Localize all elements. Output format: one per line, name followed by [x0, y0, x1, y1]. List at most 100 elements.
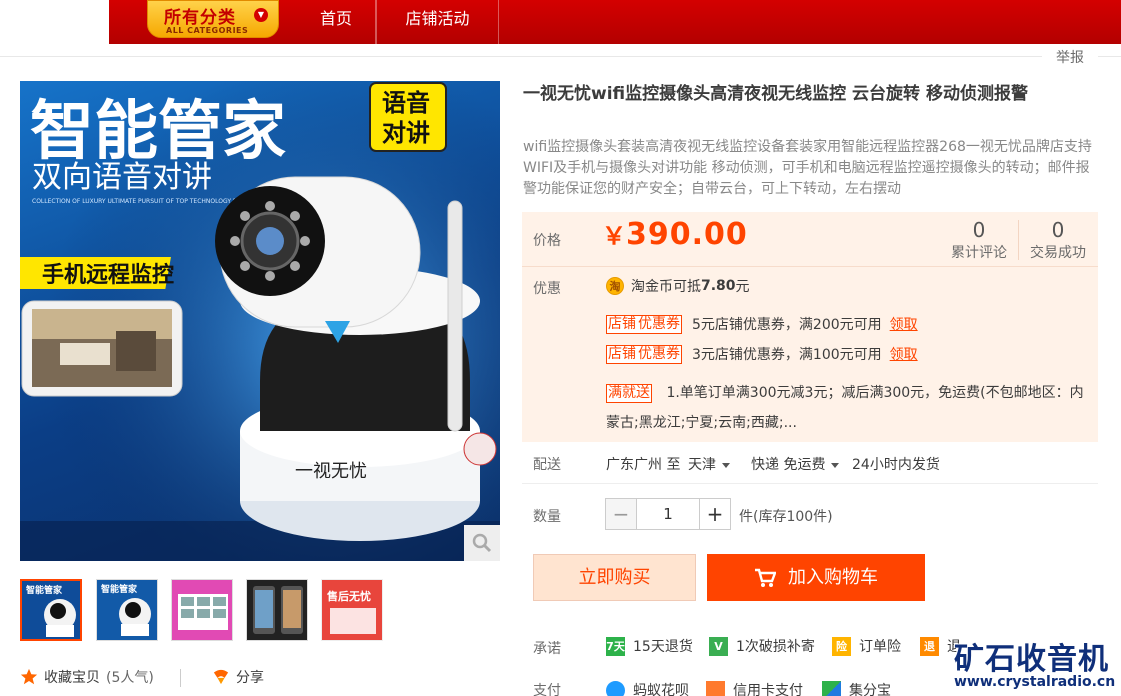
collect-label: 收藏宝贝 [44, 670, 100, 686]
thumbnail-2[interactable]: 智能管家 [96, 579, 158, 641]
add-to-cart-label: 加入购物车 [788, 567, 878, 588]
product-title: 一视无忧wifi监控摄像头高清夜视无线监控 云台旋转 移动侦测报警 [523, 84, 1028, 104]
thumbnail-5-text: 售后无忧 [326, 589, 371, 603]
full-gift-tag: 满就送 [606, 384, 652, 403]
caret-down-icon [722, 462, 730, 468]
coupon-tag-coupon: 优惠券 [637, 314, 682, 334]
product-subtitle: wifi监控摄像头套装高清夜视无线监控设备套装家用智能远程监控器268一视无忧品… [523, 139, 1092, 197]
promise-order-insurance[interactable]: 险 订单险 [832, 636, 901, 656]
promise-15day-return[interactable]: 7天 15天退货 [606, 636, 693, 656]
payment-label: 支付 [533, 683, 561, 696]
promise-text: 1次破损补寄 [736, 639, 815, 655]
deal-count-stat: 0 交易成功 [1018, 218, 1098, 262]
site-watermark: 矿石收音机 www.crystalradio.cn [952, 634, 1121, 696]
quantity-label: 数量 [533, 509, 561, 525]
quantity-row: 数量 − 1 + 件(库存100件) [522, 496, 1098, 532]
quantity-stepper: − 1 + [605, 498, 731, 530]
full-gift-promo: 满就送 1.单笔订单满300元减3元；减后满300元，免运费(不包邮地区：内蒙古… [606, 378, 1086, 438]
share-icon [213, 669, 229, 685]
promo-label: 优惠 [533, 281, 561, 297]
price-panel: 价格 ￥390.00 0 累计评论 0 交易成功 优惠 淘 淘金币可抵 7.80 元… [522, 212, 1098, 442]
top-nav-bar: 所有分类 ▼ ALL CATEGORIES 首页 店铺活动 [109, 0, 1121, 44]
product-photo-illustration: 智能管家 双向语音对讲 COLLECTION OF LUXURY ULTIMAT… [20, 81, 500, 561]
nav-home-link[interactable]: 首页 [297, 0, 375, 44]
taojinbi-coin-icon: 淘 [606, 277, 624, 295]
thumbnail-5[interactable]: 售后无忧 [321, 579, 383, 641]
coupon-row-2: 店铺 优惠券 3元店铺优惠券，满100元可用 领取 [606, 344, 918, 364]
huabei-icon [606, 680, 625, 696]
promise-damage-resend[interactable]: V 1次破损补寄 [709, 636, 815, 656]
thumbnail-3[interactable] [171, 579, 233, 641]
share-button[interactable]: 分享 [212, 667, 264, 687]
deal-count: 0 [1051, 218, 1065, 242]
watermark-text: 矿石收音机 [954, 642, 1109, 677]
review-count-stat[interactable]: 0 累计评论 [939, 218, 1019, 262]
main-product-image: 智能管家 双向语音对讲 COLLECTION OF LUXURY ULTIMAT… [20, 81, 500, 561]
price-divider [522, 266, 1098, 267]
review-label: 累计评论 [951, 245, 1007, 261]
shipping-time: 24小时内发货 [852, 457, 940, 473]
thumbnail-2-text: 智能管家 [101, 583, 138, 595]
shipping-label: 配送 [533, 457, 561, 473]
image-subheadline: 双向语音对讲 [32, 160, 212, 195]
price-value: ￥390.00 [602, 216, 748, 252]
image-banner: 手机远程监控 [42, 262, 174, 288]
cart-icon [755, 568, 776, 587]
nav-shop-activity-link[interactable]: 店铺活动 [376, 0, 498, 44]
taojinbi-text: 淘金币可抵 [631, 279, 701, 295]
currency-symbol: ￥ [602, 222, 626, 250]
image-tagline: COLLECTION OF LUXURY ULTIMATE PURSUIT OF… [32, 198, 260, 205]
thumbnail-1-text: 智能管家 [26, 584, 63, 596]
increase-quantity-button[interactable]: + [699, 498, 731, 530]
insurance-icon: 险 [832, 636, 851, 656]
payment-text: 信用卡支付 [733, 683, 803, 696]
coupon-text: 5元店铺优惠券，满200元可用 [692, 317, 882, 333]
shipping-destination-select[interactable]: 天津 [688, 454, 730, 474]
collect-popularity: (5人气) [106, 670, 154, 686]
thumbnail-1[interactable]: 智能管家 [20, 579, 82, 641]
claim-coupon-link[interactable]: 领取 [890, 344, 918, 364]
taojinbi-row: 淘 淘金币可抵 7.80 元 [606, 276, 750, 296]
payment-text: 蚂蚁花呗 [633, 683, 689, 696]
collect-item-button[interactable]: 收藏宝贝 (5人气) [20, 667, 154, 687]
zoom-button[interactable] [464, 525, 500, 561]
all-categories-label: 所有分类 [164, 8, 236, 28]
return-7day-icon: 7天 [606, 636, 625, 656]
refund-icon: 退 [920, 636, 939, 656]
quantity-input[interactable]: 1 [637, 498, 699, 530]
coupon-tag-coupon: 优惠券 [637, 344, 682, 364]
promise-text: 15天退货 [633, 639, 693, 655]
claim-coupon-link[interactable]: 领取 [890, 314, 918, 334]
coupon-tag-shop: 店铺 [606, 314, 638, 334]
favorites-divider [180, 669, 181, 687]
price-number: 390.00 [626, 217, 748, 252]
full-gift-text: 1.单笔订单满300元减3元；减后满300元，免运费(不包邮地区：内蒙古;黑龙江… [606, 385, 1084, 431]
jifenbao-icon [822, 680, 841, 696]
magnifier-icon [472, 533, 492, 553]
deal-label: 交易成功 [1030, 245, 1086, 261]
taojinbi-value: 7.80 [701, 278, 736, 294]
shield-check-icon: V [709, 636, 728, 656]
payment-huabei[interactable]: 蚂蚁花呗 [606, 680, 689, 696]
image-headline: 智能管家 [30, 95, 286, 169]
report-link[interactable]: 举报 [1042, 44, 1098, 70]
shipping-destination: 天津 [688, 457, 716, 473]
image-badge-top: 语音 [382, 89, 430, 117]
price-row: 价格 ￥390.00 0 累计评论 0 交易成功 [522, 212, 1098, 266]
shipping-method-select[interactable]: 快递 免运费 [751, 454, 840, 474]
coupon-row-1: 店铺 优惠券 5元店铺优惠券，满200元可用 领取 [606, 314, 918, 334]
image-badge-bottom: 对讲 [382, 119, 430, 147]
buy-now-button[interactable]: 立即购买 [533, 554, 696, 601]
all-categories-button[interactable]: 所有分类 ▼ ALL CATEGORIES [147, 0, 279, 38]
coupon-text: 3元店铺优惠券，满100元可用 [692, 347, 882, 363]
payment-jifenbao[interactable]: 集分宝 [822, 680, 891, 696]
payment-credit-card[interactable]: 信用卡支付 [706, 680, 803, 696]
stock-info: 件(库存100件) [739, 509, 833, 525]
thumbnail-4[interactable] [246, 579, 308, 641]
promise-text: 订单险 [859, 639, 901, 655]
camera-brand-text: 一视无忧 [295, 461, 367, 482]
caret-down-icon [831, 462, 840, 468]
decrease-quantity-button[interactable]: − [605, 498, 637, 530]
add-to-cart-button[interactable]: 加入购物车 [707, 554, 925, 601]
shipping-row: 配送 广东广州 至 天津 快递 免运费 24小时内发货 [522, 444, 1098, 484]
